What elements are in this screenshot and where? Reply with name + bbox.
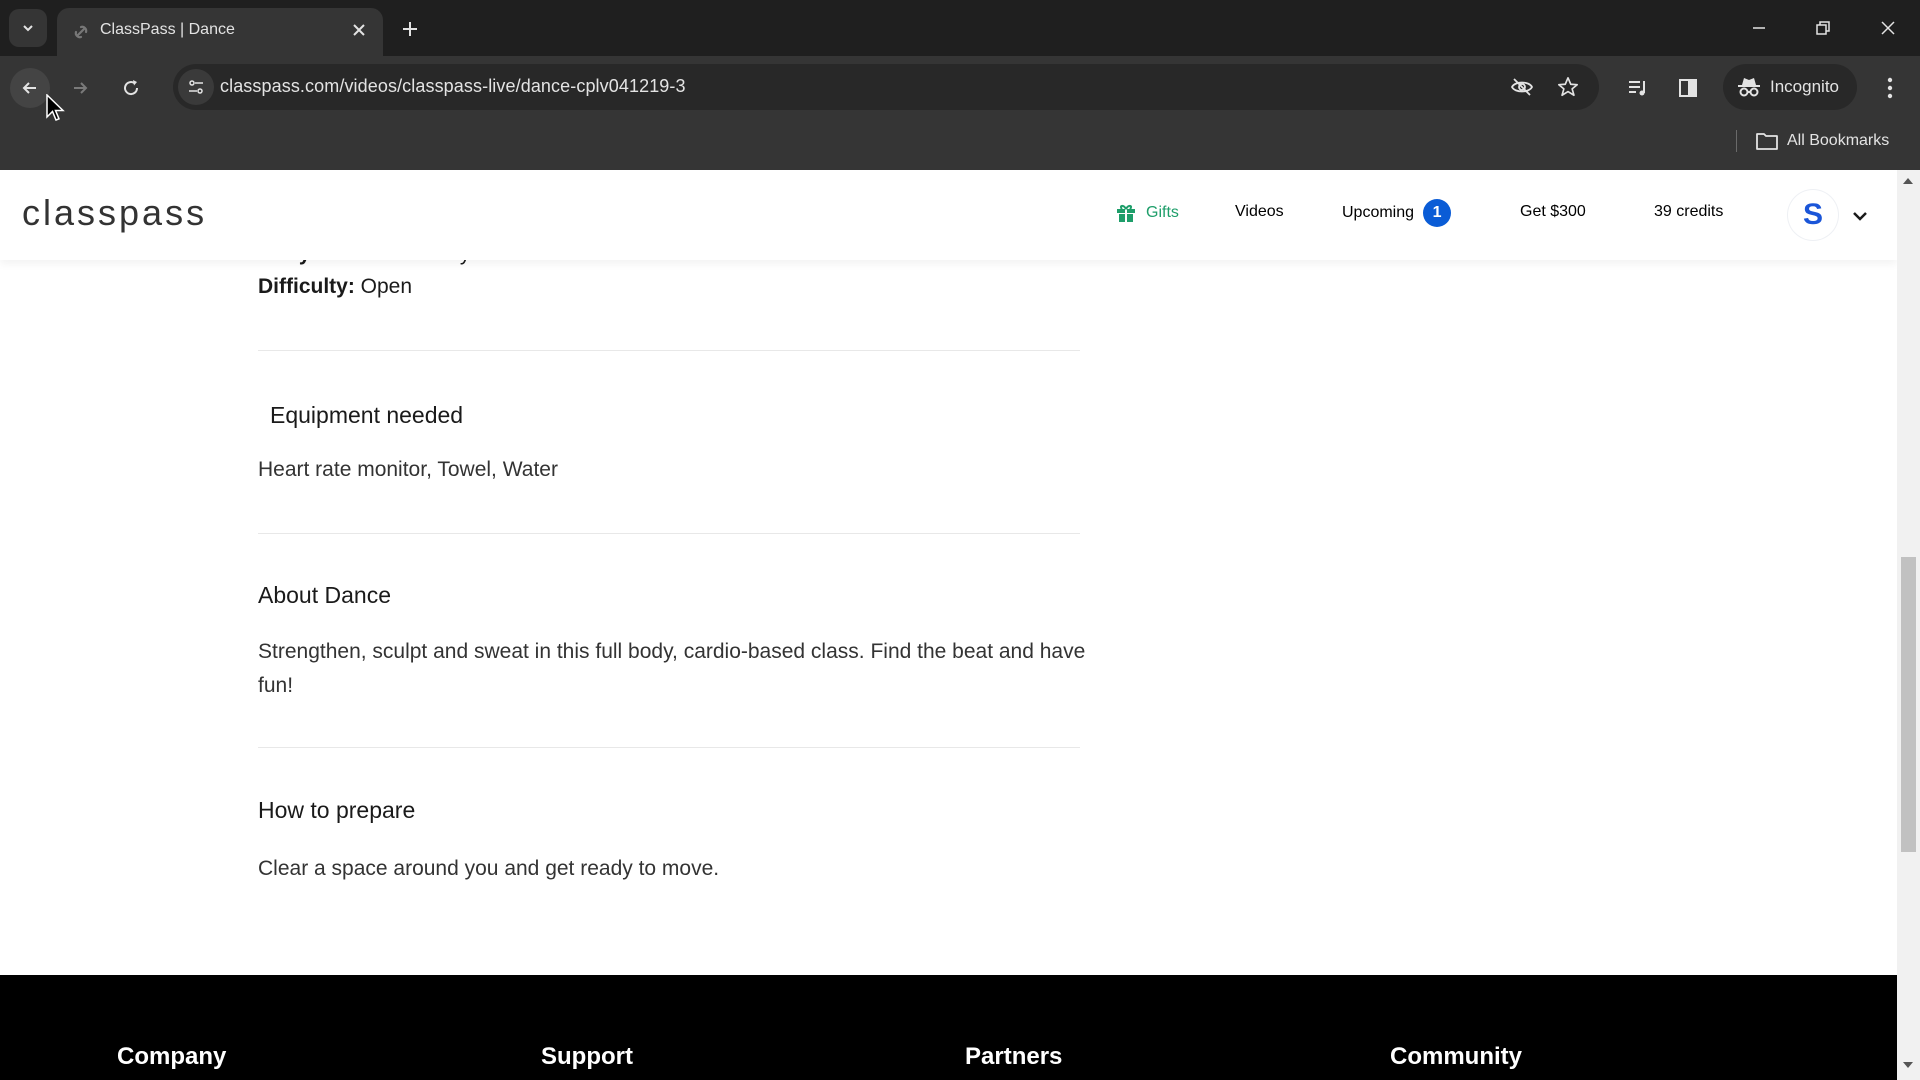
new-tab-button[interactable] [395, 14, 425, 44]
user-avatar[interactable]: S [1788, 190, 1838, 240]
bookmark-button[interactable] [1553, 72, 1583, 102]
side-panel-button[interactable] [1670, 70, 1706, 106]
media-queue-icon [1629, 81, 1645, 96]
tune-icon [189, 80, 203, 94]
restore-icon [1816, 21, 1830, 35]
tab-strip: ClassPass | Dance [0, 0, 1920, 56]
link-icon [74, 25, 88, 39]
reload-button[interactable] [111, 68, 151, 108]
incognito-indicator[interactable]: Incognito [1723, 64, 1857, 110]
eye-slash-icon [1510, 78, 1534, 96]
browser-toolbar: classpass.com/videos/classpass-live/danc… [0, 56, 1920, 120]
nav-upcoming[interactable]: Upcoming 1 [1342, 199, 1452, 227]
divider [258, 533, 1080, 534]
scrollbar-thumb[interactable] [1901, 557, 1916, 852]
difficulty-label: Difficulty: [258, 275, 355, 298]
difficulty-value: Open [360, 275, 413, 298]
browser-menu-button[interactable] [1872, 68, 1908, 108]
bookmarks-bar: All Bookmarks [0, 120, 1920, 170]
bookmarks-separator [1736, 130, 1737, 152]
section-title: Equipment needed [270, 402, 464, 428]
nav-referral[interactable]: Get $300 [1520, 203, 1586, 221]
kebab-menu-icon [1887, 77, 1893, 99]
section-body: Clear a space around you and get ready t… [258, 857, 720, 880]
scroll-down-arrow-icon[interactable] [1903, 1062, 1913, 1068]
gift-icon [1117, 205, 1135, 222]
forward-arrow-icon [74, 82, 88, 94]
minimize-icon [1753, 27, 1765, 29]
classpass-logo[interactable]: classpass [22, 192, 207, 234]
media-controls-button[interactable] [1620, 70, 1656, 106]
chevron-down-icon [23, 25, 33, 32]
browser-tab[interactable]: ClassPass | Dance [57, 8, 383, 56]
close-icon [1881, 21, 1895, 35]
chevron-down-icon[interactable] [1848, 204, 1872, 228]
footer-heading-support: Support [541, 1043, 633, 1070]
web-page: classpass Gifts Videos Upcoming 1 Get $30… [0, 170, 1897, 1080]
nav-videos[interactable]: Videos [1235, 203, 1284, 221]
footer-heading-partners: Partners [965, 1043, 1063, 1070]
scroll-up-arrow-icon[interactable] [1903, 178, 1913, 184]
back-button[interactable] [10, 68, 50, 108]
folder-icon [1756, 133, 1778, 150]
footer-heading-company: Company [117, 1043, 227, 1070]
tracking-protection-button[interactable] [1507, 72, 1537, 102]
divider [258, 350, 1080, 351]
url-text[interactable]: classpass.com/videos/classpass-live/danc… [220, 76, 686, 97]
section-title: How to prepare [258, 797, 416, 823]
star-icon [1558, 77, 1578, 97]
nav-upcoming-label: Upcoming [1342, 204, 1415, 222]
plus-icon [403, 22, 417, 36]
reload-icon [124, 80, 139, 96]
site-footer: Company Support Partners Community [0, 975, 1897, 1080]
side-panel-icon [1679, 79, 1697, 97]
divider [258, 747, 1080, 748]
tab-close-button[interactable] [345, 16, 373, 44]
incognito-icon [1738, 78, 1760, 97]
nav-gifts-label: Gifts [1146, 204, 1179, 221]
mouse-cursor-icon [46, 94, 65, 121]
close-icon [353, 24, 365, 36]
footer-heading-community: Community [1390, 1043, 1522, 1070]
section-title: About Dance [258, 582, 391, 608]
close-window-button[interactable] [1864, 8, 1912, 48]
back-arrow-icon [22, 82, 36, 94]
forward-button[interactable] [60, 68, 100, 108]
nav-credits[interactable]: 39 credits [1654, 203, 1723, 221]
tab-search-button[interactable] [9, 9, 47, 47]
page-scrollbar[interactable] [1897, 170, 1920, 1080]
restore-button[interactable] [1799, 8, 1847, 48]
all-bookmarks-label: All Bookmarks [1787, 132, 1890, 149]
site-info-button[interactable] [178, 69, 214, 105]
section-body: Strengthen, sculpt and sweat in this ful… [258, 640, 1086, 697]
site-header: classpass Gifts Videos Upcoming 1 Get $30… [0, 170, 1897, 260]
nav-gifts[interactable]: Gifts [1116, 203, 1179, 223]
all-bookmarks-button[interactable]: All Bookmarks [1756, 126, 1889, 156]
tab-title: ClassPass | Dance [100, 21, 235, 38]
section-body: Heart rate monitor, Towel, Water [258, 458, 558, 481]
difficulty-row: Difficulty: Open [258, 275, 412, 299]
upcoming-count-badge: 1 [1423, 199, 1452, 227]
incognito-label: Incognito [1770, 77, 1839, 96]
address-bar[interactable]: classpass.com/videos/classpass-live/danc… [173, 64, 1599, 110]
minimize-button[interactable] [1735, 8, 1783, 48]
